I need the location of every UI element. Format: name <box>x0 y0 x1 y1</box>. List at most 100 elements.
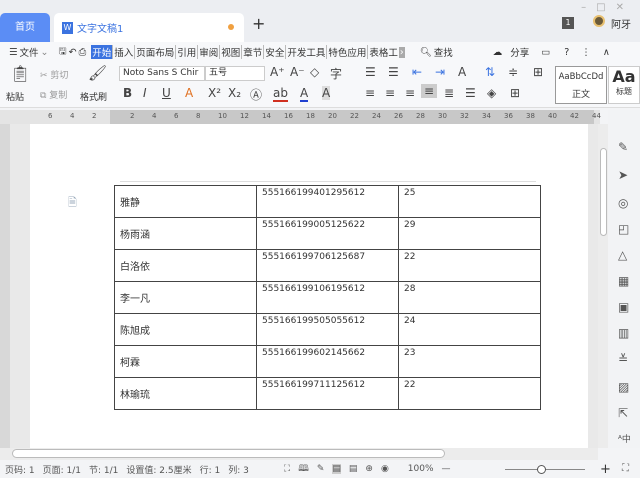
tab-home[interactable]: 首页 <box>0 13 50 42</box>
avatar[interactable] <box>593 15 605 27</box>
age-cell[interactable]: 28 <box>398 281 541 314</box>
menu-icon[interactable]: ☰ <box>8 47 19 58</box>
numbering-icon[interactable]: ☰ <box>388 65 399 79</box>
age-cell[interactable]: 22 <box>398 377 541 410</box>
tab-developer[interactable]: 开发工具 <box>286 45 328 59</box>
zoom-out-button[interactable]: — <box>442 464 451 474</box>
id-cell[interactable]: 555166199602145662 <box>256 345 399 378</box>
align-right-icon[interactable]: ≡ <box>405 86 415 100</box>
outline-view-icon[interactable]: ▤ <box>349 464 358 474</box>
collab-icon[interactable]: ▭ <box>540 47 551 58</box>
underline-icon[interactable]: U <box>162 86 171 100</box>
font-family-select[interactable]: Noto Sans S Chir <box>119 66 205 81</box>
web-view-icon[interactable]: ⊕ <box>365 464 373 474</box>
tab-view[interactable]: 视图 <box>220 45 243 59</box>
age-cell[interactable]: 25 <box>398 185 541 218</box>
id-cell[interactable]: 555166199711125612 <box>256 377 399 410</box>
paste-icon[interactable]: 📋︎ <box>10 64 30 83</box>
phonetic-icon[interactable]: 字 <box>330 65 342 82</box>
paste-button[interactable]: 粘贴 <box>6 90 24 103</box>
eye-protect-icon[interactable]: ◉ <box>381 464 389 474</box>
select-icon[interactable]: ➤ <box>618 168 628 182</box>
clear-format-icon[interactable]: ◇ <box>310 65 319 79</box>
fullscreen-icon[interactable]: ⛶ <box>284 464 290 474</box>
horizontal-scroll-thumb[interactable] <box>12 449 445 458</box>
apps-icon[interactable]: ▣ <box>618 300 629 314</box>
bullets-icon[interactable]: ☰ <box>365 65 376 79</box>
text-layout-icon[interactable]: A <box>458 65 466 79</box>
age-cell[interactable]: 24 <box>398 313 541 346</box>
strikethrough-icon[interactable]: A <box>185 86 193 100</box>
tab-review[interactable]: 审阅 <box>198 45 221 59</box>
grow-font-icon[interactable]: A⁺ <box>270 65 285 79</box>
paragraph-options-icon[interactable]: 🗎︎ <box>68 194 77 213</box>
font-size-select[interactable]: 五号 <box>205 66 265 81</box>
stamp-icon[interactable]: ◎ <box>618 196 628 210</box>
copy-button[interactable]: ⧉ 复制 <box>40 88 67 101</box>
shrink-font-icon[interactable]: A⁻ <box>290 65 305 79</box>
sort-icon[interactable]: ⇅ <box>485 65 495 79</box>
name-cell[interactable]: 李一凡 <box>114 281 257 314</box>
tab-references[interactable]: 引用 <box>176 45 199 59</box>
status-setting[interactable]: 设置值: 2.5厘米 <box>126 463 191 476</box>
search-icon[interactable]: 🔍︎ <box>419 47 433 58</box>
search-button[interactable]: 查找 <box>433 45 454 59</box>
format-painter-icon[interactable]: 🖌︎ <box>88 64 107 82</box>
name-cell[interactable]: 雅静 <box>114 185 257 218</box>
collapse-ribbon-icon[interactable]: ∧ <box>602 47 611 58</box>
style-normal[interactable]: AaBbCcDd 正文 <box>555 66 607 104</box>
pen-icon[interactable]: ✎ <box>618 140 628 154</box>
pen-mode-icon[interactable]: ✎ <box>317 464 325 474</box>
status-section[interactable]: 节: 1/1 <box>89 463 118 476</box>
user-name[interactable]: 阿牙 <box>611 16 631 31</box>
distributed-icon[interactable]: ≣ <box>444 86 454 100</box>
save-icon[interactable]: 🖫 <box>58 44 68 60</box>
superscript-icon[interactable]: X² <box>208 86 221 100</box>
status-page[interactable]: 页码: 1 <box>5 463 35 476</box>
italic-icon[interactable]: I <box>143 86 147 100</box>
age-cell[interactable]: 22 <box>398 249 541 282</box>
help-icon[interactable]: ? <box>563 47 570 58</box>
table-grid-icon[interactable]: ▦ <box>618 274 629 288</box>
name-cell[interactable]: 杨雨涵 <box>114 217 257 250</box>
id-cell[interactable]: 555166199005125622 <box>256 217 399 250</box>
zoom-level[interactable]: 100% <box>408 464 434 474</box>
age-cell[interactable]: 23 <box>398 345 541 378</box>
triangle-icon[interactable]: △ <box>618 248 627 262</box>
cut-button[interactable]: ✂ 剪切 <box>40 68 68 81</box>
borders-icon[interactable]: ⊞ <box>510 86 520 100</box>
shapes-icon[interactable]: ◰ <box>618 222 629 236</box>
zoom-in-button[interactable]: + <box>600 462 611 477</box>
paragraph-spacing-icon[interactable]: ≑ <box>508 65 518 79</box>
format-painter-button[interactable]: 格式刷 <box>80 90 107 103</box>
id-cell[interactable]: 555166199505055612 <box>256 313 399 346</box>
tab-document[interactable]: W 文字文稿1 <box>54 13 244 42</box>
status-row[interactable]: 行: 1 <box>200 463 221 476</box>
bold-icon[interactable]: B <box>123 86 132 100</box>
id-cell[interactable]: 555166199706125687 <box>256 249 399 282</box>
status-col[interactable]: 列: 3 <box>228 463 249 476</box>
tab-page-layout[interactable]: 页面布局 <box>135 45 177 59</box>
print-icon[interactable]: ⎙ <box>78 47 88 58</box>
justify-icon[interactable]: ≡ <box>421 84 438 98</box>
undo-icon[interactable]: ↶ <box>68 47 78 58</box>
align-left-icon[interactable]: ≡ <box>365 86 375 100</box>
image-icon[interactable]: ▨ <box>618 380 629 394</box>
name-cell[interactable]: 林瑜琉 <box>114 377 257 410</box>
shading-icon[interactable]: ◈ <box>487 86 496 100</box>
line-spacing-icon[interactable]: ☰ <box>465 86 476 100</box>
share-button[interactable]: 分享 <box>509 45 530 59</box>
status-pages[interactable]: 页面: 1/1 <box>43 463 81 476</box>
id-cell[interactable]: 555166199106195612 <box>256 281 399 314</box>
new-tab-button[interactable]: + <box>252 14 265 33</box>
reading-mode-icon[interactable]: 🕮︎ <box>298 461 309 477</box>
name-cell[interactable]: 白洛依 <box>114 249 257 282</box>
tab-security[interactable]: 安全 <box>264 45 287 59</box>
style-heading[interactable]: Aa 标题 <box>608 66 640 104</box>
age-cell[interactable]: 29 <box>398 217 541 250</box>
highlight-icon[interactable]: ab <box>273 86 288 102</box>
share-out-icon[interactable]: ⇱ <box>618 406 628 420</box>
text-effect-icon[interactable]: Ⓐ <box>250 86 262 103</box>
id-cell[interactable]: 555166199401295612 <box>256 185 399 218</box>
window-count-badge[interactable]: 1 <box>562 17 574 29</box>
